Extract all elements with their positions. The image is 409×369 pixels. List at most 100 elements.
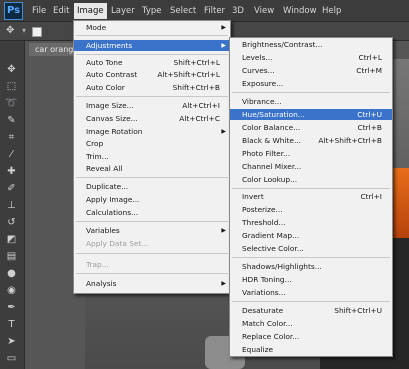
image-menu-item-crop[interactable]: Crop [74, 138, 230, 149]
brush-tool-icon[interactable]: ✐ [4, 182, 19, 195]
menu-item-label: Trap... [86, 260, 109, 269]
gradient-tool-icon[interactable]: ▤ [4, 250, 19, 263]
adjustments-item-selective-color[interactable]: Selective Color... [230, 243, 392, 254]
adjustments-item-vibrance[interactable]: Vibrance... [230, 96, 392, 107]
image-menu-item-apply-image[interactable]: Apply Image... [74, 194, 230, 205]
menu-window[interactable]: Window [280, 5, 320, 17]
menu-item-label: Match Color... [242, 319, 293, 328]
adjustments-item-invert[interactable]: Invert Ctrl+I [230, 191, 392, 202]
adjustments-item-desaturate[interactable]: Desaturate Shift+Ctrl+U [230, 305, 392, 316]
adjustments-submenu: Brightness/Contrast... Levels... Ctrl+L Cur… [229, 37, 393, 357]
menu-item-label: Image Rotation [86, 127, 143, 136]
menu-item-label: Photo Filter... [242, 149, 291, 158]
image-menu-item-reveal-all[interactable]: Reveal All [74, 163, 230, 174]
adjustments-item-posterize[interactable]: Posterize... [230, 204, 392, 215]
tool-preset-arrow-icon[interactable]: ▾ [22, 26, 26, 35]
menu-item-shortcut: Shift+Ctrl+B [172, 83, 220, 92]
menu-separator [76, 273, 228, 274]
pen-tool-icon[interactable]: ✒ [4, 301, 19, 314]
menu-item-label: Shadows/Highlights... [242, 262, 322, 271]
adjustments-item-replace-color[interactable]: Replace Color... [230, 331, 392, 342]
menu-image[interactable]: Image [74, 3, 107, 19]
adjustments-item-variations[interactable]: Variations... [230, 287, 392, 298]
adjustments-item-match-color[interactable]: Match Color... [230, 318, 392, 329]
adjustments-item-exposure[interactable]: Exposure... [230, 78, 392, 89]
menu-item-shortcut: Ctrl+U [357, 110, 382, 119]
auto-select-checkbox[interactable] [32, 27, 42, 37]
lasso-tool-icon[interactable]: ➰ [4, 97, 19, 110]
menu-item-label: Apply Data Set... [86, 239, 149, 248]
menu-file[interactable]: File [29, 5, 49, 17]
menu-item-label: Trim... [86, 152, 109, 161]
type-tool-icon[interactable]: T [4, 318, 19, 331]
adjustments-item-shadows-highlights[interactable]: Shadows/Highlights... [230, 261, 392, 272]
image-menu-item-trim[interactable]: Trim... [74, 151, 230, 162]
app-logo: Ps [4, 2, 23, 20]
image-menu-item-image-size[interactable]: Image Size... Alt+Ctrl+I [74, 100, 230, 111]
image-menu-item-calculations[interactable]: Calculations... [74, 207, 230, 218]
menu-item-label: Duplicate... [86, 182, 129, 191]
eraser-tool-icon[interactable]: ◩ [4, 233, 19, 246]
blur-tool-icon[interactable]: ● [4, 267, 19, 280]
adjustments-item-hue-saturation[interactable]: Hue/Saturation... Ctrl+U [230, 109, 392, 120]
eyedropper-tool-icon[interactable]: ⁄ [4, 148, 19, 161]
tools-panel: ✥ ⬚ ➰ ✎ ⌗ ⁄ ✚ ✐ ⊥ ↺ ◩ ▤ ● ◉ ✒ T ➤ ▭ [0, 41, 25, 369]
menu-select[interactable]: Select [167, 5, 199, 17]
move-tool-icon[interactable]: ✥ [4, 63, 19, 76]
menu-item-label: Auto Contrast [86, 70, 138, 79]
adjustments-item-gradient-map[interactable]: Gradient Map... [230, 230, 392, 241]
image-menu-item-variables[interactable]: Variables ▶ [74, 225, 230, 236]
menu-item-label: Color Lookup... [242, 175, 298, 184]
dodge-tool-icon[interactable]: ◉ [4, 284, 19, 297]
menu-item-label: Invert [242, 192, 264, 201]
menu-item-label: Vibrance... [242, 97, 282, 106]
menu-item-shortcut: Shift+Ctrl+L [173, 58, 220, 67]
adjustments-item-equalize[interactable]: Equalize [230, 344, 392, 355]
menu-item-shortcut: Alt+Shift+Ctrl+B [318, 136, 382, 145]
adjustments-item-curves[interactable]: Curves... Ctrl+M [230, 65, 392, 76]
image-menu-item-adjustments[interactable]: Adjustments ▶ [74, 40, 230, 51]
menu-layer[interactable]: Layer [108, 5, 138, 17]
adjustments-item-levels[interactable]: Levels... Ctrl+L [230, 52, 392, 63]
menu-item-label: Variables [86, 226, 120, 235]
menu-separator [76, 177, 228, 178]
clone-stamp-tool-icon[interactable]: ⊥ [4, 199, 19, 212]
quick-select-tool-icon[interactable]: ✎ [4, 114, 19, 127]
adjustments-item-channel-mixer[interactable]: Channel Mixer... [230, 161, 392, 172]
path-select-tool-icon[interactable]: ➤ [4, 335, 19, 348]
healing-brush-tool-icon[interactable]: ✚ [4, 165, 19, 178]
menu-item-label: Desaturate [242, 306, 284, 315]
menu-item-shortcut: Ctrl+B [357, 123, 382, 132]
crop-tool-icon[interactable]: ⌗ [4, 131, 19, 144]
history-brush-tool-icon[interactable]: ↺ [4, 216, 19, 229]
move-tool-icon[interactable]: ✥ [6, 25, 14, 36]
menu-item-shortcut: Alt+Shift+Ctrl+L [157, 70, 220, 79]
menu-separator [76, 54, 228, 55]
adjustments-item-brightness-contrast[interactable]: Brightness/Contrast... [230, 39, 392, 50]
adjustments-item-black-white[interactable]: Black & White... Alt+Shift+Ctrl+B [230, 135, 392, 146]
menu-edit[interactable]: Edit [50, 5, 72, 17]
image-menu-item-auto-contrast[interactable]: Auto Contrast Alt+Shift+Ctrl+L [74, 69, 230, 80]
adjustments-item-photo-filter[interactable]: Photo Filter... [230, 148, 392, 159]
image-menu-item-auto-tone[interactable]: Auto Tone Shift+Ctrl+L [74, 57, 230, 68]
menu-item-label: Analysis [86, 279, 117, 288]
image-menu-item-image-rotation[interactable]: Image Rotation ▶ [74, 126, 230, 137]
adjustments-item-hdr-toning[interactable]: HDR Toning... [230, 274, 392, 285]
menu-separator [76, 96, 228, 97]
image-menu-item-auto-color[interactable]: Auto Color Shift+Ctrl+B [74, 82, 230, 93]
image-menu-item-canvas-size[interactable]: Canvas Size... Alt+Ctrl+C [74, 113, 230, 124]
marquee-tool-icon[interactable]: ⬚ [4, 80, 19, 93]
menu-help[interactable]: Help [319, 5, 344, 17]
adjustments-item-color-lookup[interactable]: Color Lookup... [230, 174, 392, 185]
rectangle-tool-icon[interactable]: ▭ [4, 352, 19, 365]
menu-item-label: Auto Tone [86, 58, 123, 67]
image-menu-item-analysis[interactable]: Analysis ▶ [74, 278, 230, 289]
menu-filter[interactable]: Filter [201, 5, 228, 17]
menu-type[interactable]: Type [139, 5, 165, 17]
adjustments-item-color-balance[interactable]: Color Balance... Ctrl+B [230, 122, 392, 133]
image-menu-item-duplicate[interactable]: Duplicate... [74, 181, 230, 192]
menu-3d[interactable]: 3D [229, 5, 247, 17]
image-menu-item-mode[interactable]: Mode ▶ [74, 22, 230, 33]
adjustments-item-threshold[interactable]: Threshold... [230, 217, 392, 228]
menu-view[interactable]: View [251, 5, 277, 17]
